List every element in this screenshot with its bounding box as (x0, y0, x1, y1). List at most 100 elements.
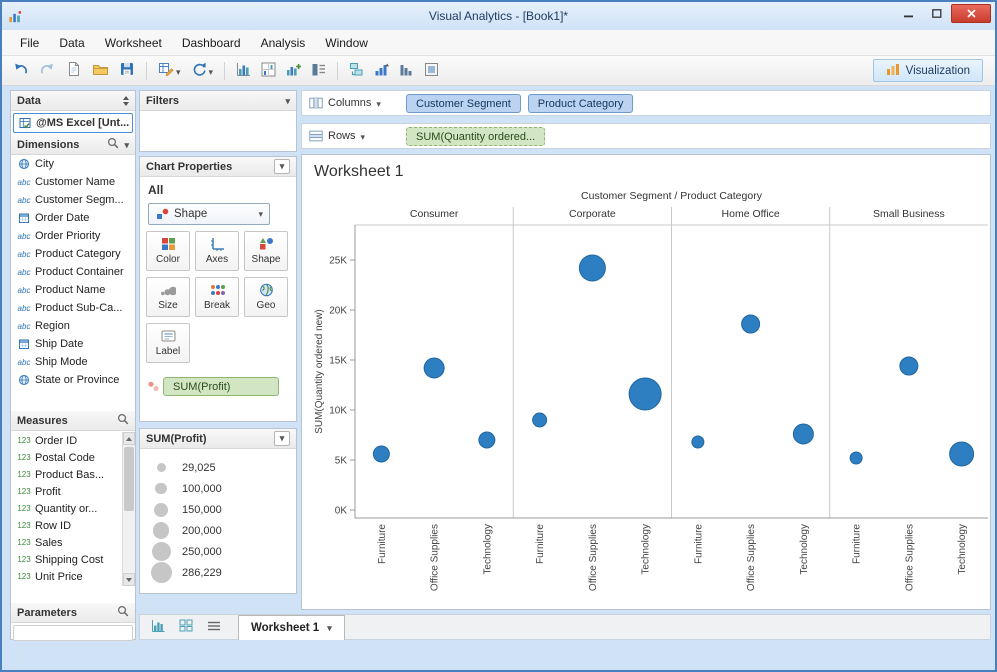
dimension-item-ship-date[interactable]: Ship Date (11, 335, 135, 353)
scroll-up-button[interactable] (123, 432, 135, 445)
new-dashboard-button[interactable] (174, 617, 198, 637)
dimension-item-region[interactable]: abc Region (11, 317, 135, 335)
pill-customer-segment[interactable]: Customer Segment (406, 94, 521, 113)
bubble-mark[interactable] (899, 356, 919, 376)
menu-item-dashboard[interactable]: Dashboard (172, 31, 251, 55)
color-button[interactable]: Color (146, 231, 190, 271)
dimension-item-order-priority[interactable]: abc Order Priority (11, 227, 135, 245)
bubble-mark[interactable] (741, 314, 761, 334)
menu-item-window[interactable]: Window (315, 31, 378, 55)
chart-plus-button[interactable] (284, 60, 303, 82)
menu-item-file[interactable]: File (10, 31, 49, 55)
search-icon[interactable] (117, 413, 129, 428)
measure-item-row-id[interactable]: 123 Row ID (11, 517, 122, 534)
pill-sum-quantity-ordered[interactable]: SUM(Quantity ordered... (406, 127, 546, 146)
dimension-item-ship-mode[interactable]: abc Ship Mode (11, 353, 135, 371)
measures-scrollbar[interactable] (122, 432, 135, 586)
rows-shelf[interactable]: Rows SUM(Quantity ordered... (301, 123, 991, 149)
undo-button[interactable] (10, 60, 31, 82)
dimension-item-product-sub-ca[interactable]: abc Product Sub-Ca... (11, 299, 135, 317)
dimension-item-customer-segm[interactable]: abc Customer Segm... (11, 191, 135, 209)
redo-button[interactable] (37, 60, 58, 82)
chevron-down-icon[interactable] (376, 96, 381, 110)
sort-descending-button[interactable] (397, 60, 416, 82)
chevron-down-icon[interactable] (361, 129, 366, 143)
visualization-toggle[interactable]: Visualization (872, 59, 983, 82)
refresh-button[interactable] (189, 60, 216, 82)
columns-shelf[interactable]: Columns Customer Segment Product Category (301, 90, 991, 116)
bubble-mark[interactable] (578, 254, 606, 282)
measure-item-order-id[interactable]: 123 Order ID (11, 432, 122, 449)
mark-type-select[interactable]: Shape (148, 203, 270, 225)
fit-button[interactable] (422, 60, 441, 82)
measure-item-unit-price[interactable]: 123 Unit Price (11, 568, 122, 585)
dimension-item-product-category[interactable]: abc Product Category (11, 245, 135, 263)
save-button[interactable] (117, 60, 137, 82)
swap-axes-button[interactable] (347, 60, 366, 82)
chevron-down-icon[interactable] (327, 622, 332, 634)
label-button[interactable]: Label (146, 323, 190, 363)
bubble-mark[interactable] (423, 357, 445, 379)
measure-item-product-bas[interactable]: 123 Product Bas... (11, 466, 122, 483)
scrollbar-thumb[interactable] (124, 447, 134, 511)
measure-item-postal-code[interactable]: 123 Postal Code (11, 449, 122, 466)
search-icon[interactable] (117, 605, 129, 620)
grid-chart-button[interactable] (259, 60, 278, 82)
chevron-down-icon[interactable] (124, 139, 129, 151)
break-button[interactable]: Break (195, 277, 239, 317)
shape-legend-icon (146, 380, 160, 393)
legend-item[interactable]: 150,000 (140, 499, 296, 520)
menu-item-data[interactable]: Data (49, 31, 94, 55)
add-chart-button[interactable] (234, 60, 253, 82)
dimension-item-city[interactable]: City (11, 155, 135, 173)
dimension-item-product-name[interactable]: abc Product Name (11, 281, 135, 299)
dimension-item-state-or-province[interactable]: State or Province (11, 371, 135, 389)
search-icon[interactable] (107, 137, 119, 152)
legend-item[interactable]: 286,229 (140, 562, 296, 583)
bubble-mark[interactable] (949, 441, 975, 467)
bubble-mark[interactable] (628, 377, 662, 411)
menu-item-analysis[interactable]: Analysis (251, 31, 316, 55)
menu-item-worksheet[interactable]: Worksheet (95, 31, 172, 55)
sort-fields-icon[interactable] (123, 95, 129, 106)
size-button[interactable]: Size (146, 277, 190, 317)
dimension-item-customer-name[interactable]: abc Customer Name (11, 173, 135, 191)
new-file-button[interactable] (64, 60, 84, 82)
shape-button[interactable]: Shape (244, 231, 288, 271)
tab-worksheet-1[interactable]: Worksheet 1 (238, 614, 345, 640)
open-button[interactable] (90, 60, 111, 82)
geo-button[interactable]: Geo (244, 277, 288, 317)
maximize-button[interactable] (923, 4, 950, 23)
bubble-mark[interactable] (532, 412, 548, 428)
card-menu-button[interactable] (274, 159, 290, 174)
bubble-mark[interactable] (691, 435, 705, 449)
sheet-list-button[interactable] (202, 617, 226, 637)
measure-item-sales[interactable]: 123 Sales (11, 534, 122, 551)
legend-item[interactable]: 29,025 (140, 457, 296, 478)
axes-button[interactable]: Axes (195, 231, 239, 271)
bubble-mark[interactable] (849, 451, 863, 465)
scroll-down-button[interactable] (123, 573, 135, 586)
sort-ascending-button[interactable] (372, 60, 391, 82)
sum-profit-pill[interactable]: SUM(Profit) (163, 377, 279, 396)
minimize-button[interactable] (895, 4, 922, 23)
measure-item-quantity-or[interactable]: 123 Quantity or... (11, 500, 122, 517)
data-source-item[interactable]: @MS Excel [Unt... (13, 113, 133, 133)
chart-lines-button[interactable] (309, 60, 328, 82)
new-worksheet-button[interactable] (146, 617, 170, 637)
measure-item-profit[interactable]: 123 Profit (11, 483, 122, 500)
chevron-down-icon[interactable] (285, 95, 290, 107)
bubble-mark[interactable] (478, 431, 496, 449)
measure-item-shipping-cost[interactable]: 123 Shipping Cost (11, 551, 122, 568)
design-button[interactable] (156, 60, 183, 82)
dimension-item-order-date[interactable]: Order Date (11, 209, 135, 227)
pill-product-category[interactable]: Product Category (527, 94, 634, 113)
bubble-mark[interactable] (372, 445, 390, 463)
bubble-mark[interactable] (792, 423, 814, 445)
legend-item[interactable]: 200,000 (140, 520, 296, 541)
card-menu-button[interactable] (274, 431, 290, 446)
close-button[interactable] (951, 4, 991, 23)
dimension-item-product-container[interactable]: abc Product Container (11, 263, 135, 281)
legend-item[interactable]: 100,000 (140, 478, 296, 499)
legend-item[interactable]: 250,000 (140, 541, 296, 562)
